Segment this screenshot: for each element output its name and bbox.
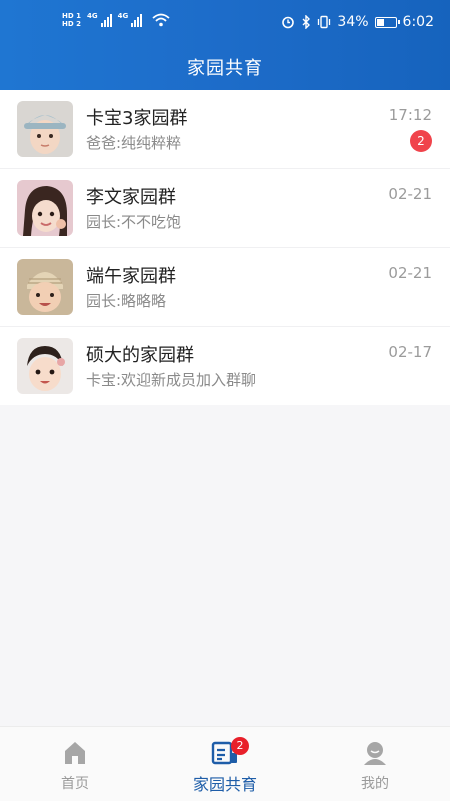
battery-icon xyxy=(374,16,400,28)
bottom-tab-bar: 首页 2 家园共育 我的 xyxy=(0,726,450,801)
conversation-name: 卡宝3家园群 xyxy=(86,108,188,129)
vibrate-icon xyxy=(318,15,331,29)
avatar xyxy=(17,338,73,394)
last-message: 爸爸:纯纯粹粹 xyxy=(86,134,182,152)
conversation-list: 卡宝3家园群 爸爸:纯纯粹粹 17:12 2 李文家园群 园长:不不吃饱 02-… xyxy=(0,90,450,405)
hd-top-label: HD 1 xyxy=(62,12,81,20)
tab-label: 家园共育 xyxy=(192,775,257,794)
wifi-icon xyxy=(152,13,170,27)
signal-icon xyxy=(100,13,112,27)
app-header: HD 1 HD 2 4G 4G 34% 6:02 家园共育 xyxy=(0,0,450,90)
tab-mine[interactable]: 我的 xyxy=(300,727,450,801)
conversation-item[interactable]: 卡宝3家园群 爸爸:纯纯粹粹 17:12 2 xyxy=(0,90,450,169)
last-message: 园长:不不吃饱 xyxy=(86,213,182,231)
conversation-name: 端午家园群 xyxy=(86,266,176,287)
alarm-icon xyxy=(282,16,295,29)
conversation-name: 硕大的家园群 xyxy=(86,345,194,366)
hd-bottom-label: HD 2 xyxy=(62,20,81,28)
tab-unread-badge: 2 xyxy=(231,737,249,755)
message-time: 02-21 xyxy=(388,185,432,203)
hd-indicator: HD 1 HD 2 xyxy=(62,12,81,28)
avatar xyxy=(17,259,73,315)
unread-badge: 2 xyxy=(410,130,432,152)
last-message: 卡宝:欢迎新成员加入群聊 xyxy=(86,371,257,389)
battery-percent: 34% xyxy=(337,14,369,30)
avatar xyxy=(17,101,73,157)
last-message: 园长:略略略 xyxy=(86,292,167,310)
tab-label: 我的 xyxy=(361,776,389,792)
conversation-name: 李文家园群 xyxy=(86,187,176,208)
page-title: 家园共育 xyxy=(187,58,263,79)
home-icon xyxy=(65,742,85,764)
conversation-item[interactable]: 硕大的家园群 卡宝:欢迎新成员加入群聊 02-17 xyxy=(0,327,450,405)
status-bar: HD 1 HD 2 4G 4G 34% 6:02 xyxy=(0,0,450,48)
network-type-1: 4G xyxy=(86,12,98,20)
tab-parenting[interactable]: 2 家园共育 xyxy=(150,727,300,801)
tab-label: 首页 xyxy=(61,776,89,792)
message-time: 17:12 xyxy=(388,106,432,124)
message-time: 02-21 xyxy=(388,264,432,282)
conversation-item[interactable]: 李文家园群 园长:不不吃饱 02-21 xyxy=(0,169,450,248)
bluetooth-icon xyxy=(302,15,311,29)
avatar xyxy=(17,180,73,236)
profile-icon xyxy=(364,742,386,765)
conversation-item[interactable]: 端午家园群 园长:略略略 02-21 xyxy=(0,248,450,327)
tab-home[interactable]: 首页 xyxy=(0,727,150,801)
message-time: 02-17 xyxy=(388,343,432,361)
signal-icon-2 xyxy=(131,13,143,27)
network-type-2: 4G xyxy=(117,12,129,20)
clock: 6:02 xyxy=(402,14,434,30)
